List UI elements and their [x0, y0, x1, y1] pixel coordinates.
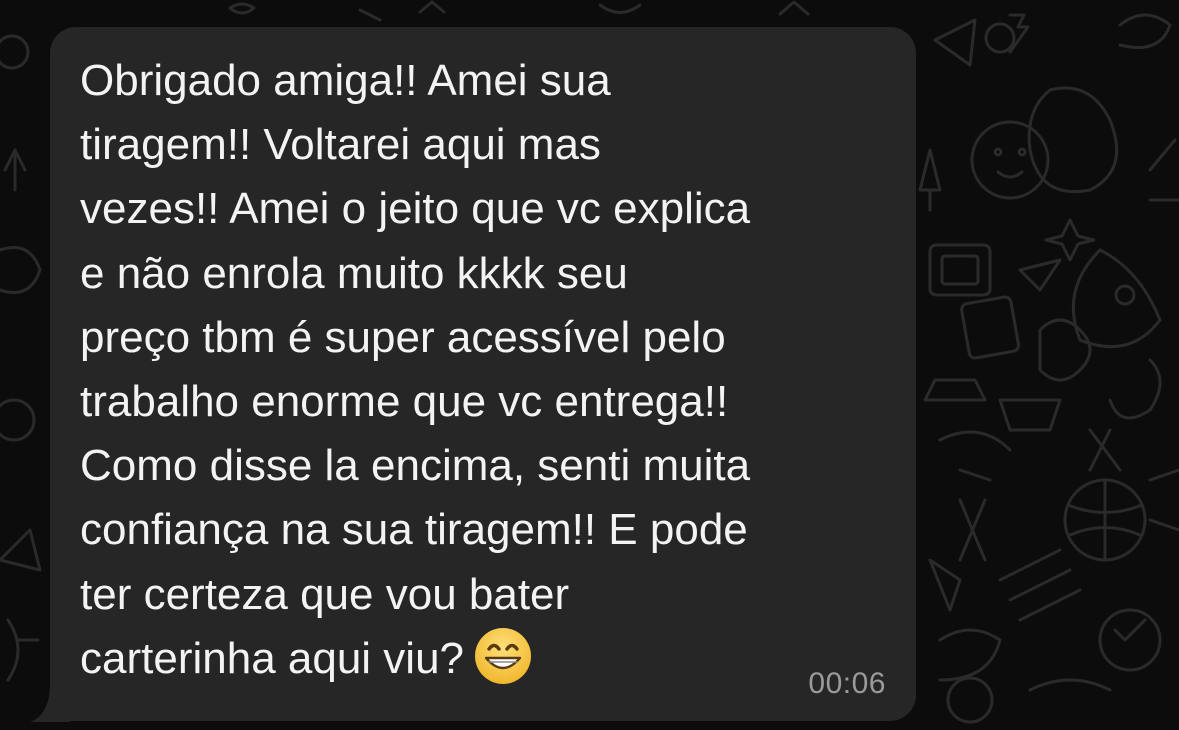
message-text: Obrigado amiga!! Amei sua tiragem!! Volt… — [80, 49, 898, 703]
message-line: vezes!! Amei o jeito que vc explica — [80, 184, 751, 234]
message-line: ter certeza que vou bater — [80, 569, 570, 619]
message-line: preço tbm é super acessível pelo — [80, 312, 726, 362]
chat-background: Obrigado amiga!! Amei sua tiragem!! Volt… — [0, 0, 1179, 730]
message-line: Como disse la encima, senti muita — [80, 441, 751, 491]
message-line: e não enrola muito kkkk seu — [80, 248, 628, 298]
message-line: confiança na sua tiragem!! E pode — [80, 505, 748, 555]
message-line: tiragem!! Voltarei aqui mas — [80, 120, 601, 170]
message-timestamp: 00:06 — [808, 667, 886, 700]
message-bubble[interactable]: Obrigado amiga!! Amei sua tiragem!! Volt… — [50, 27, 916, 721]
grinning-face-emoji-icon — [474, 627, 532, 703]
message-line: Obrigado amiga!! Amei sua — [80, 56, 611, 105]
message-line: trabalho enorme que vc entrega!! — [80, 377, 729, 427]
message-line: carterinha aqui viu? — [80, 633, 465, 683]
